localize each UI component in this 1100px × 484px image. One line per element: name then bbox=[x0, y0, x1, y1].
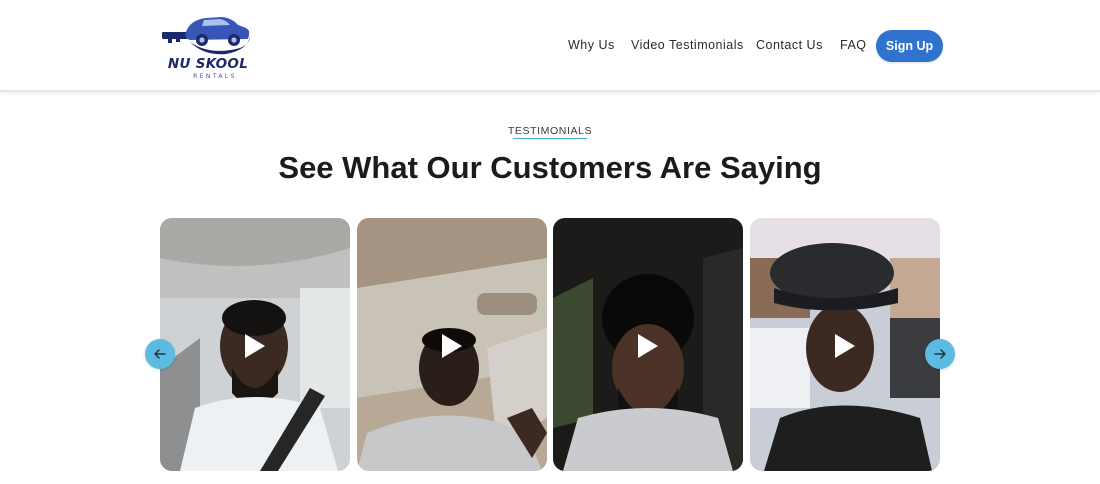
nav-link-why-us[interactable]: Why Us bbox=[568, 38, 615, 54]
sign-up-button[interactable]: Sign Up bbox=[876, 30, 943, 62]
video-testimonial-card[interactable] bbox=[160, 218, 350, 471]
brand-logo[interactable]: NU SKOOL RENTALS bbox=[160, 12, 252, 80]
nav-link-contact-us[interactable]: Contact Us bbox=[756, 38, 823, 54]
carousel-next-button[interactable] bbox=[925, 339, 955, 369]
brand-name: NU SKOOL bbox=[167, 56, 249, 72]
brand-tagline: RENTALS bbox=[193, 73, 237, 80]
arrow-left-icon bbox=[154, 349, 166, 359]
site-header: NU SKOOL RENTALS Why Us Video Testimonia… bbox=[0, 0, 1100, 92]
video-testimonial-card[interactable] bbox=[553, 218, 743, 471]
video-testimonial-card[interactable] bbox=[357, 218, 547, 471]
nav-link-video-testimonials[interactable]: Video Testimonials bbox=[631, 38, 744, 54]
car-key-logo-icon bbox=[162, 17, 250, 55]
play-icon[interactable] bbox=[637, 333, 659, 359]
carousel-prev-button[interactable] bbox=[145, 339, 175, 369]
section-eyebrow: TESTIMONIALS bbox=[507, 125, 593, 137]
play-icon[interactable] bbox=[834, 333, 856, 359]
play-icon[interactable] bbox=[244, 333, 266, 359]
section-title: See What Our Customers Are Saying bbox=[278, 150, 822, 185]
eyebrow-underline bbox=[513, 138, 587, 139]
video-testimonial-card[interactable] bbox=[750, 218, 940, 471]
arrow-right-icon bbox=[934, 349, 946, 359]
play-icon[interactable] bbox=[441, 333, 463, 359]
nav-link-faq[interactable]: FAQ bbox=[840, 38, 867, 54]
